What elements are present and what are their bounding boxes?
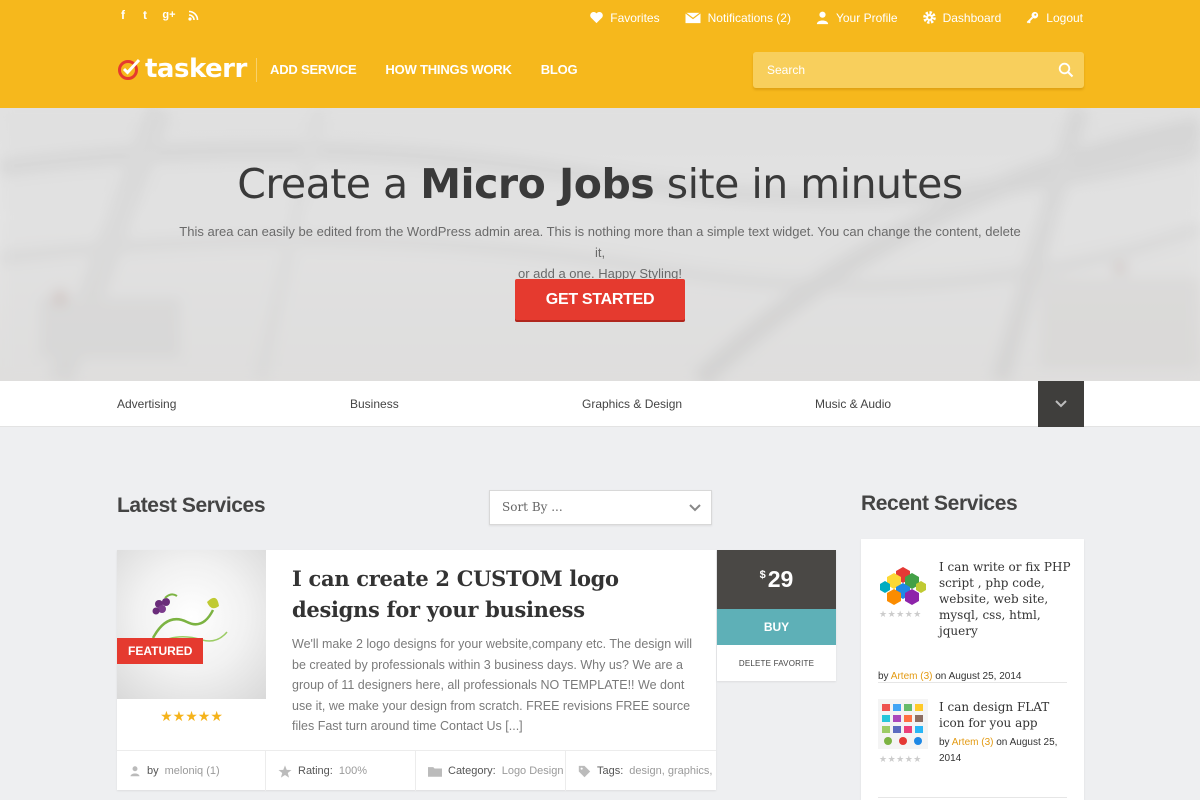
meta-rating-value: 100%: [338, 765, 367, 777]
envelope-icon: [684, 12, 701, 24]
site-logo[interactable]: taskerr: [117, 54, 247, 84]
profile-link[interactable]: Your Profile: [815, 10, 898, 25]
heart-icon: [590, 11, 604, 24]
price-currency: $: [759, 568, 766, 581]
social-links: f t g+: [117, 7, 199, 23]
delete-favorite-link[interactable]: DELETE FAVORITE: [717, 645, 836, 681]
recent-item-byline: by Artem (3) on August 25, 2014: [939, 735, 1069, 767]
get-started-button[interactable]: GET STARTED: [515, 279, 685, 320]
latest-services-heading: Latest Services: [117, 494, 266, 517]
profile-label: Your Profile: [835, 10, 898, 25]
category-business[interactable]: Business: [350, 397, 399, 411]
author-link[interactable]: meloniq (1): [165, 765, 220, 777]
logo-divider: [256, 58, 257, 82]
category-more-button[interactable]: [1038, 381, 1084, 427]
service-description: We'll make 2 logo designs for your websi…: [292, 637, 693, 733]
search-box: [753, 52, 1084, 88]
hero-banner: Create a Micro Jobs site in minutes This…: [0, 108, 1200, 381]
recent-author-link[interactable]: Artem (3): [891, 671, 933, 682]
sort-by-select[interactable]: Sort By ...: [489, 490, 712, 525]
category-bar: Advertising Business Graphics & Design M…: [0, 381, 1200, 427]
twitter-icon[interactable]: t: [139, 7, 151, 23]
meta-category-label: Category:: [448, 765, 496, 777]
recent-item-title[interactable]: I can design FLAT icon for you app: [939, 699, 1074, 731]
recent-item-title[interactable]: I can write or fix PHP script , php code…: [939, 559, 1074, 639]
dashboard-label: Dashboard: [942, 10, 1002, 25]
divider: [878, 797, 1067, 798]
service-title[interactable]: I can create 2 CUSTOM logo designs for y…: [292, 563, 692, 625]
category-graphics-design[interactable]: Graphics & Design: [582, 397, 682, 411]
recent-by-label: by: [939, 737, 950, 748]
dashboard-link[interactable]: Dashboard: [922, 10, 1002, 25]
account-links: Favorites Notifications (2) Your Profile…: [589, 10, 1083, 25]
category-link[interactable]: Logo Design: [502, 765, 564, 777]
nav-blog[interactable]: BLOG: [541, 62, 578, 77]
logo-check-icon: [118, 58, 141, 80]
recent-thumbnail-hexagons[interactable]: [878, 559, 928, 609]
main-nav: ADD SERVICE HOW THINGS WORK BLOG: [270, 62, 578, 77]
recent-item: ★★★★★ I can design FLAT icon for you app…: [878, 699, 1068, 789]
logout-link[interactable]: Logout: [1025, 10, 1083, 25]
featured-badge: FEATURED: [117, 638, 204, 664]
recent-rating-stars: ★★★★★: [879, 754, 922, 764]
hero-description: This area can easily be edited from the …: [175, 221, 1025, 284]
user-icon: [130, 766, 140, 777]
notifications-label: Notifications (2): [707, 10, 791, 25]
rating-stars: ★★★★★: [160, 708, 223, 724]
meta-tags-label: Tags:: [597, 765, 624, 777]
gear-icon: [922, 11, 936, 24]
category-advertising[interactable]: Advertising: [117, 397, 176, 411]
service-meta-bar: by meloniq (1) Rating: 100% Category: Lo…: [117, 750, 716, 791]
meta-tags: Tags: design, graphics,: [566, 751, 716, 791]
site-header: f t g+ Favorites Notifications (2) Your …: [0, 0, 1200, 108]
hero-title-bold: Micro Jobs: [420, 160, 655, 208]
price-amount: 29: [767, 566, 794, 592]
price-display: $29: [717, 550, 836, 609]
star-icon: [278, 764, 292, 778]
category-music-audio[interactable]: Music & Audio: [815, 397, 891, 411]
service-thumbnail[interactable]: FEATURED: [117, 550, 266, 699]
logout-label: Logout: [1046, 10, 1083, 25]
recent-item: ★★★★★ I can write or fix PHP script , ph…: [878, 559, 1071, 682]
hero-title-suffix: site in minutes: [654, 160, 963, 208]
chevron-down-icon: [689, 504, 701, 512]
divider: [878, 682, 1067, 683]
chevron-down-icon: [1055, 400, 1067, 408]
favorites-link[interactable]: Favorites: [589, 10, 660, 25]
facebook-icon[interactable]: f: [117, 7, 129, 23]
google-plus-icon[interactable]: g+: [161, 7, 177, 23]
rss-icon[interactable]: [187, 7, 199, 23]
sort-by-value: Sort By ...: [502, 500, 563, 514]
logo-text: taskerr: [145, 54, 247, 84]
buy-button[interactable]: BUY: [717, 609, 836, 645]
meta-author: by meloniq (1): [117, 751, 266, 791]
hero-title: Create a Micro Jobs site in minutes: [0, 160, 1200, 208]
price-panel: $29 BUY DELETE FAVORITE: [717, 550, 836, 681]
recent-services-heading: Recent Services: [861, 492, 1018, 515]
service-card: FEATURED ★★★★★ I can create 2 CUSTOM log…: [117, 550, 716, 791]
meta-rating: Rating: 100%: [266, 751, 416, 791]
hero-title-prefix: Create a: [237, 160, 421, 208]
nav-how-things-work[interactable]: HOW THINGS WORK: [385, 62, 511, 77]
recent-author-link[interactable]: Artem (3): [952, 737, 994, 748]
notifications-link[interactable]: Notifications (2): [684, 10, 791, 25]
folder-icon: [428, 766, 442, 777]
recent-date: on August 25, 2014: [935, 671, 1022, 682]
user-icon: [816, 11, 829, 25]
search-input[interactable]: [753, 52, 1084, 88]
meta-by-label: by: [147, 765, 159, 777]
tags-links[interactable]: design, graphics,: [629, 765, 712, 777]
recent-services-list: ★★★★★ I can write or fix PHP script , ph…: [861, 539, 1084, 800]
recent-thumbnail-flat-icons[interactable]: [878, 699, 928, 749]
favorites-label: Favorites: [610, 10, 660, 25]
tag-icon: [578, 765, 591, 777]
hero-description-line-1: This area can easily be edited from the …: [179, 224, 1021, 260]
recent-by-label: by: [878, 671, 889, 682]
meta-category: Category: Logo Design: [416, 751, 566, 791]
recent-rating-stars: ★★★★★: [879, 609, 922, 619]
nav-add-service[interactable]: ADD SERVICE: [270, 62, 357, 77]
search-icon[interactable]: [1058, 62, 1074, 78]
key-icon: [1026, 11, 1039, 24]
meta-rating-label: Rating:: [298, 765, 333, 777]
